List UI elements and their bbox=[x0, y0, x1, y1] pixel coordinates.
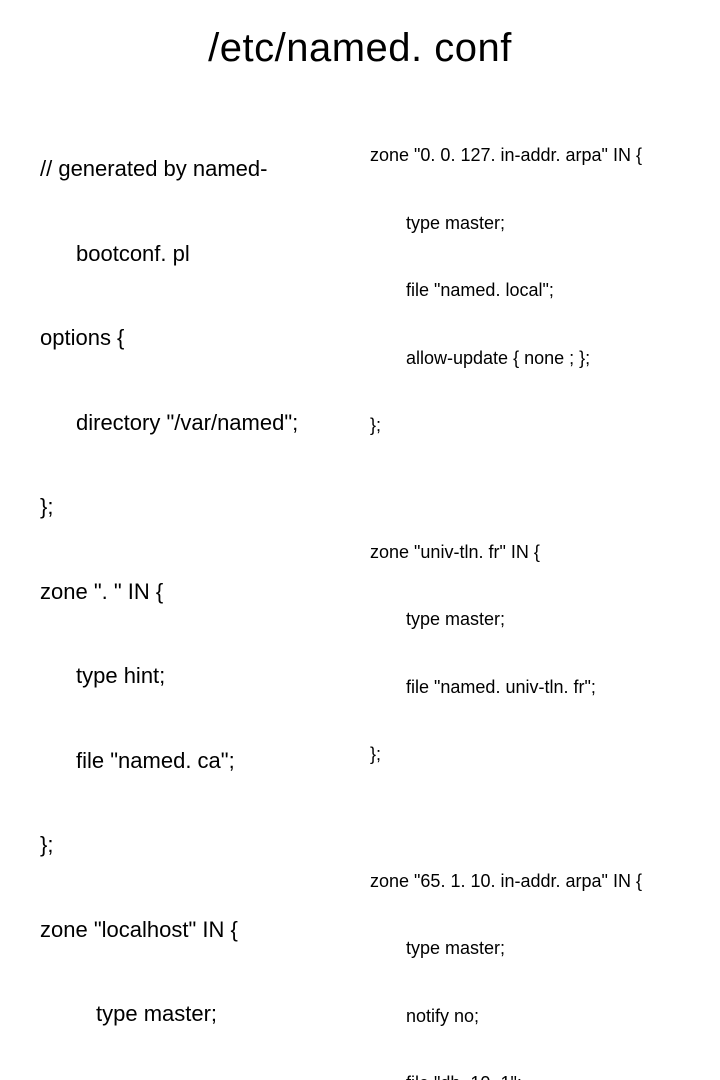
code-line: type hint; bbox=[40, 662, 350, 690]
code-line: options { bbox=[40, 324, 350, 352]
code-line: file "named. univ-tln. fr"; bbox=[370, 676, 680, 699]
code-line: type master; bbox=[370, 212, 680, 235]
code-line: zone "65. 1. 10. in-addr. arpa" IN { bbox=[370, 870, 680, 893]
code-line: file "named. ca"; bbox=[40, 747, 350, 775]
code-line: type master; bbox=[370, 937, 680, 960]
code-block-zone-127: zone "0. 0. 127. in-addr. arpa" IN { typ… bbox=[370, 99, 680, 482]
code-line: file "named. local"; bbox=[370, 279, 680, 302]
slide: /etc/named. conf // generated by named- … bbox=[0, 0, 720, 540]
code-line: directory "/var/named"; bbox=[40, 409, 350, 437]
code-line: notify no; bbox=[370, 1005, 680, 1028]
left-column: // generated by named- bootconf. pl opti… bbox=[40, 99, 350, 1080]
code-line: }; bbox=[40, 831, 350, 859]
code-line: zone ". " IN { bbox=[40, 578, 350, 606]
code-block-left: // generated by named- bootconf. pl opti… bbox=[40, 99, 350, 1080]
content-columns: // generated by named- bootconf. pl opti… bbox=[40, 99, 680, 1080]
code-line: bootconf. pl bbox=[40, 240, 350, 268]
code-line: }; bbox=[370, 414, 680, 437]
slide-title: /etc/named. conf bbox=[40, 26, 680, 71]
code-line: // generated by named- bbox=[40, 155, 350, 183]
code-line: file "db. 10. 1"; bbox=[370, 1072, 680, 1080]
right-column: zone "0. 0. 127. in-addr. arpa" IN { typ… bbox=[370, 99, 680, 1080]
code-line: }; bbox=[370, 743, 680, 766]
code-line: type master; bbox=[370, 608, 680, 631]
code-line: zone "univ-tln. fr" IN { bbox=[370, 541, 680, 564]
code-line: zone "0. 0. 127. in-addr. arpa" IN { bbox=[370, 144, 680, 167]
code-line: }; bbox=[40, 493, 350, 521]
code-line: zone "localhost" IN { bbox=[40, 916, 350, 944]
code-block-zone-65: zone "65. 1. 10. in-addr. arpa" IN { typ… bbox=[370, 825, 680, 1080]
code-line: allow-update { none ; }; bbox=[370, 347, 680, 370]
code-line: type master; bbox=[40, 1000, 350, 1028]
code-block-zone-univ: zone "univ-tln. fr" IN { type master; fi… bbox=[370, 496, 680, 811]
